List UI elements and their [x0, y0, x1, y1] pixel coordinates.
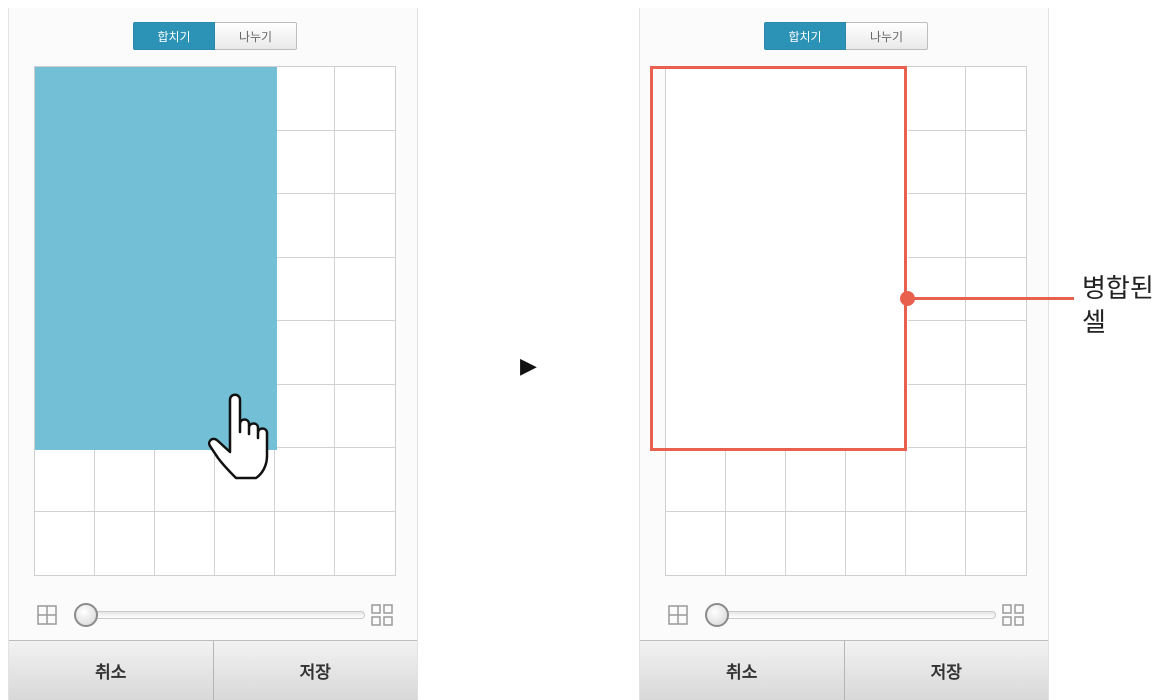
- grid-cell[interactable]: [966, 194, 1026, 258]
- callout-label: 병합된 셀: [1082, 274, 1154, 338]
- grid-size-slider: [34, 602, 396, 628]
- grid-cell[interactable]: [966, 67, 1026, 131]
- grid-cell[interactable]: [906, 511, 966, 575]
- grid-cell[interactable]: [966, 321, 1026, 385]
- grid-cell[interactable]: [335, 258, 395, 321]
- callout-dot: [900, 291, 915, 306]
- grid-cell[interactable]: [335, 67, 395, 131]
- grid-cell[interactable]: [906, 321, 966, 385]
- grid-cell[interactable]: [275, 384, 335, 448]
- grid-cell[interactable]: [35, 511, 95, 575]
- mode-toggle: 합치기 나누기: [133, 22, 297, 52]
- grid-cell[interactable]: [275, 448, 335, 512]
- grid-cell[interactable]: [726, 511, 786, 575]
- grid-cell[interactable]: [335, 385, 395, 448]
- grid-cell[interactable]: [335, 131, 395, 194]
- grid-cell[interactable]: [275, 194, 335, 258]
- mode-toggle: 합치기 나누기: [764, 22, 928, 52]
- triangle-right-icon: ▶: [520, 354, 537, 379]
- grid-cell[interactable]: [335, 512, 395, 576]
- grid-cell[interactable]: [966, 512, 1026, 576]
- grid-cell[interactable]: [906, 448, 966, 512]
- save-button[interactable]: 저장: [845, 641, 1049, 700]
- grid-small-icon: [668, 605, 688, 625]
- grid-cell[interactable]: [275, 257, 335, 321]
- grid-cell[interactable]: [966, 385, 1026, 448]
- grid-cell[interactable]: [906, 67, 966, 131]
- grid-cell[interactable]: [155, 511, 215, 575]
- grid-cell[interactable]: [966, 131, 1026, 194]
- grid-cell[interactable]: [275, 511, 335, 575]
- merge-button[interactable]: 합치기: [764, 22, 846, 50]
- grid-cell[interactable]: [906, 194, 966, 258]
- action-bar: 취소 저장: [640, 640, 1048, 700]
- grid-cell[interactable]: [275, 130, 335, 194]
- callout-line: [906, 297, 1074, 300]
- grid-cell[interactable]: [215, 511, 275, 575]
- split-button[interactable]: 나누기: [215, 22, 297, 50]
- grid-cell[interactable]: [95, 448, 155, 512]
- grid-cell[interactable]: [906, 257, 966, 321]
- left-panel: 합치기 나누기 취소 저장: [8, 8, 418, 700]
- grid-cell[interactable]: [846, 511, 906, 575]
- cell-grid[interactable]: [34, 66, 396, 576]
- action-bar: 취소 저장: [9, 640, 417, 700]
- grid-cell[interactable]: [786, 448, 846, 512]
- slider-track[interactable]: [92, 611, 365, 619]
- grid-cell[interactable]: [966, 448, 1026, 512]
- cancel-button[interactable]: 취소: [640, 641, 845, 700]
- grid-cell[interactable]: [335, 448, 395, 512]
- grid-cell[interactable]: [35, 448, 95, 512]
- slider-thumb[interactable]: [705, 603, 729, 627]
- grid-cell[interactable]: [335, 194, 395, 258]
- grid-large-icon: [1002, 604, 1024, 626]
- grid-large-icon: [371, 604, 393, 626]
- slider-thumb[interactable]: [74, 603, 98, 627]
- grid-size-slider: [665, 602, 1027, 628]
- merge-button[interactable]: 합치기: [133, 22, 215, 50]
- grid-cell[interactable]: [906, 130, 966, 194]
- grid-cell[interactable]: [726, 448, 786, 512]
- grid-small-icon: [37, 605, 57, 625]
- grid-cell[interactable]: [95, 511, 155, 575]
- grid-cell[interactable]: [275, 321, 335, 385]
- split-button[interactable]: 나누기: [846, 22, 928, 50]
- save-button[interactable]: 저장: [214, 641, 418, 700]
- grid-cell[interactable]: [335, 321, 395, 385]
- grid-cell[interactable]: [666, 511, 726, 575]
- grid-cell[interactable]: [906, 384, 966, 448]
- grid-cell[interactable]: [275, 67, 335, 131]
- cancel-button[interactable]: 취소: [9, 641, 214, 700]
- merged-cell-highlight: [650, 66, 907, 451]
- grid-cell[interactable]: [786, 511, 846, 575]
- grid-cell[interactable]: [966, 258, 1026, 321]
- hand-pointer-icon: [208, 393, 269, 480]
- slider-track[interactable]: [723, 611, 996, 619]
- grid-cell[interactable]: [846, 448, 906, 512]
- grid-cell[interactable]: [666, 448, 726, 512]
